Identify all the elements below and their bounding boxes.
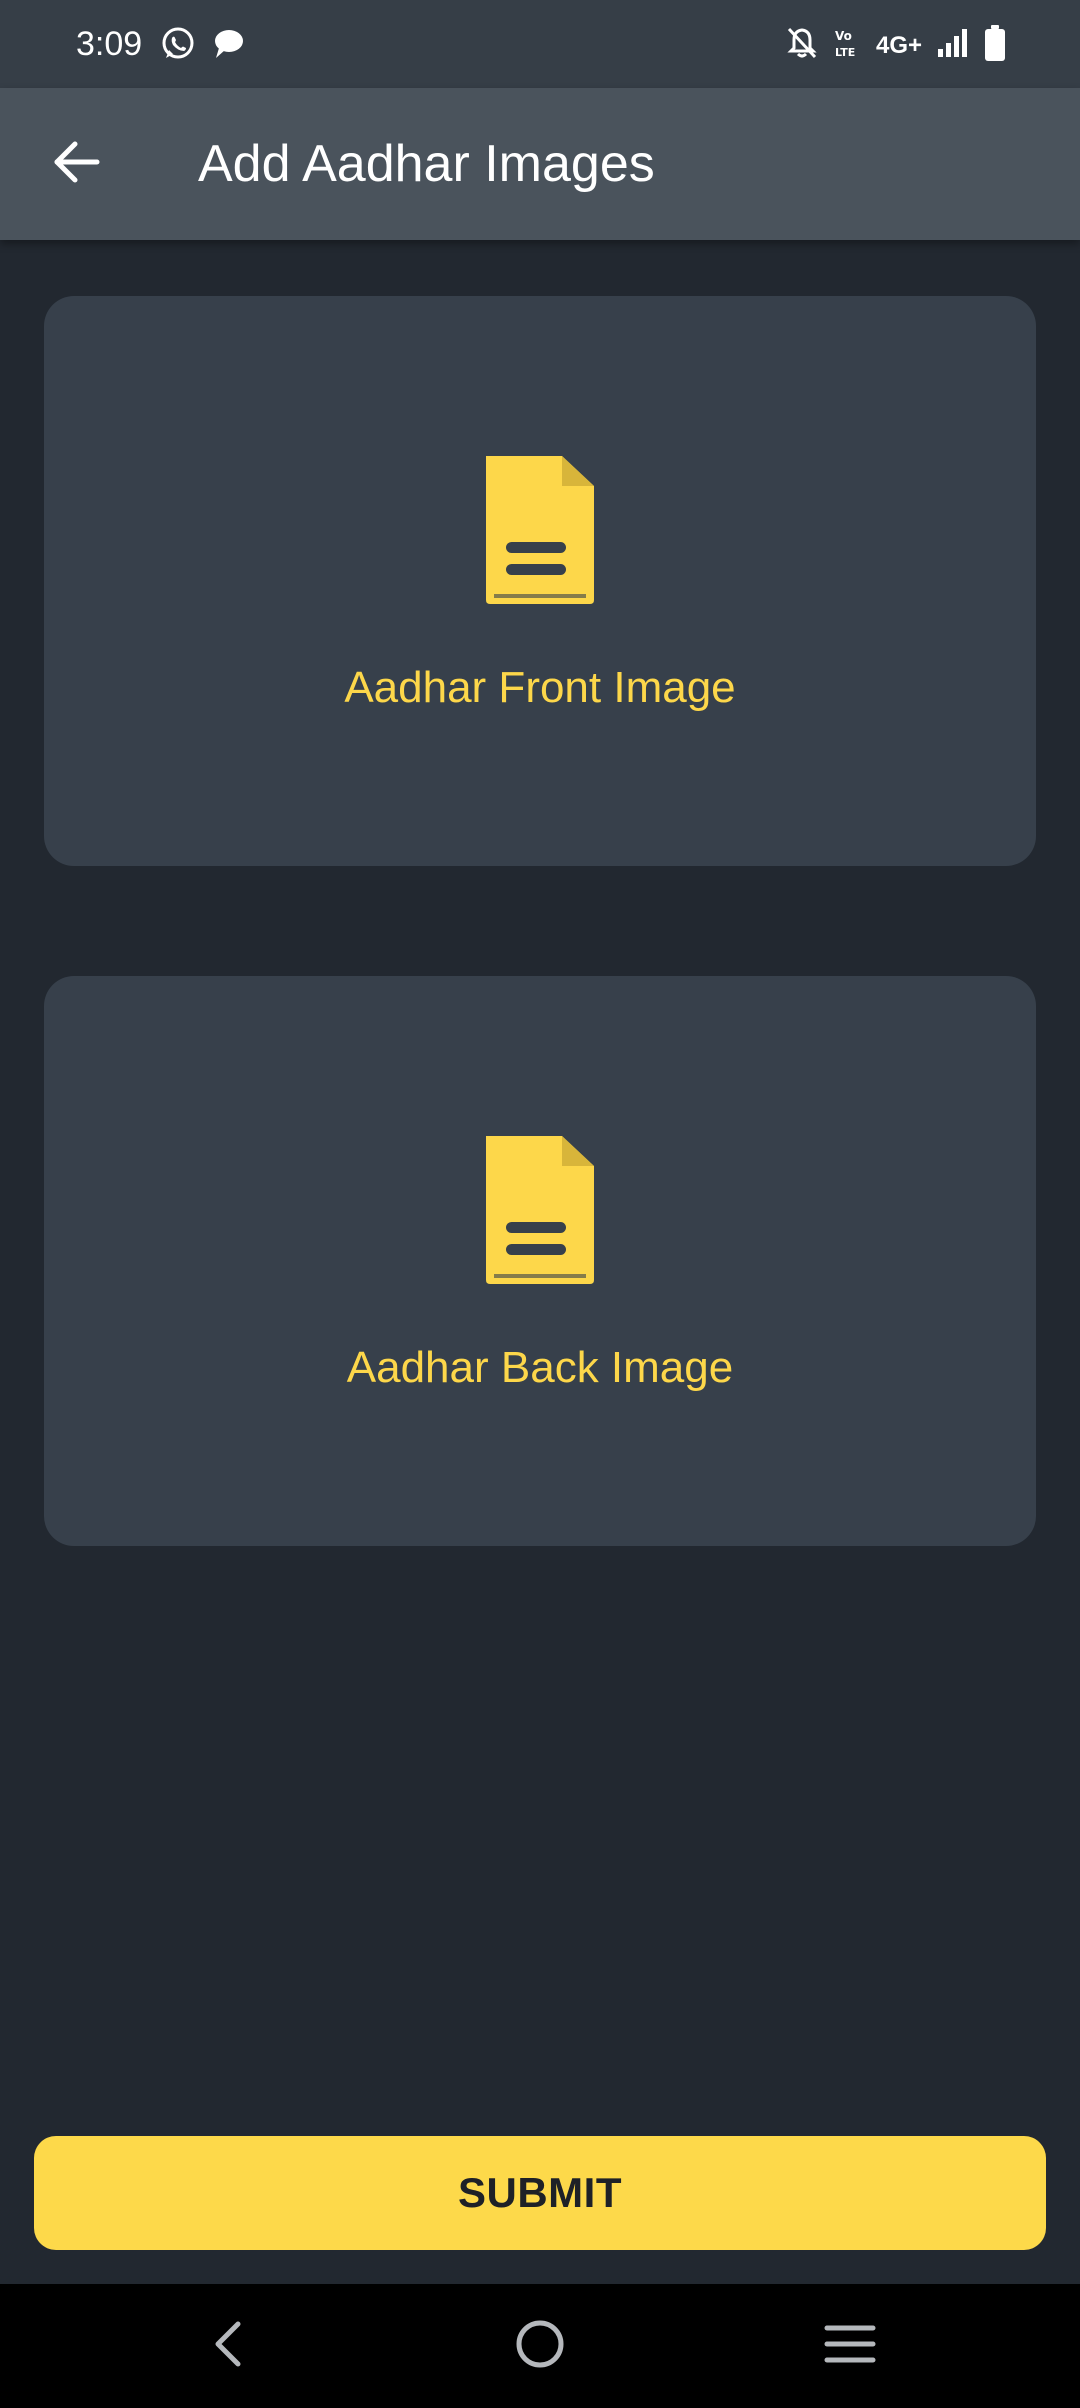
- screen: 3:09 Vo LTE 4G+ Add Aadhar Images Aadhar…: [0, 0, 1080, 2408]
- page-title: Add Aadhar Images: [198, 135, 655, 193]
- nav-back-button[interactable]: [198, 2316, 258, 2376]
- mute-notification-icon: [786, 26, 818, 65]
- volte-icon: Vo LTE: [832, 26, 862, 65]
- status-time: 3:09: [76, 25, 143, 63]
- message-icon: [210, 26, 246, 67]
- svg-text:Vo: Vo: [835, 29, 852, 43]
- submit-button[interactable]: SUBMIT: [34, 2136, 1046, 2250]
- card-label: Aadhar Back Image: [346, 1343, 734, 1392]
- whatsapp-icon: [160, 26, 196, 67]
- aadhar-front-upload-card[interactable]: Aadhar Front Image: [44, 296, 1036, 866]
- nav-home-icon: [514, 2318, 566, 2375]
- nav-home-button[interactable]: [510, 2316, 570, 2376]
- nav-menu-button[interactable]: [820, 2316, 880, 2376]
- nav-back-icon: [208, 2320, 248, 2373]
- system-nav-bar: [0, 2284, 1080, 2408]
- document-icon: [480, 1136, 600, 1284]
- arrow-left-icon: [51, 139, 101, 190]
- card-label: Aadhar Front Image: [344, 663, 736, 712]
- system-icons: Vo LTE 4G+: [786, 24, 1006, 67]
- signal-icon: [936, 27, 970, 64]
- document-icon: [480, 456, 600, 604]
- nav-menu-icon: [824, 2322, 876, 2371]
- back-button[interactable]: [36, 124, 116, 204]
- battery-icon: [984, 24, 1006, 67]
- status-bar: 3:09 Vo LTE 4G+: [0, 0, 1080, 88]
- app-bar: Add Aadhar Images: [0, 88, 1080, 240]
- notification-icons: [160, 26, 246, 67]
- network-type: 4G+: [875, 31, 922, 59]
- svg-text:LTE: LTE: [835, 46, 855, 59]
- aadhar-back-upload-card[interactable]: Aadhar Back Image: [44, 976, 1036, 1546]
